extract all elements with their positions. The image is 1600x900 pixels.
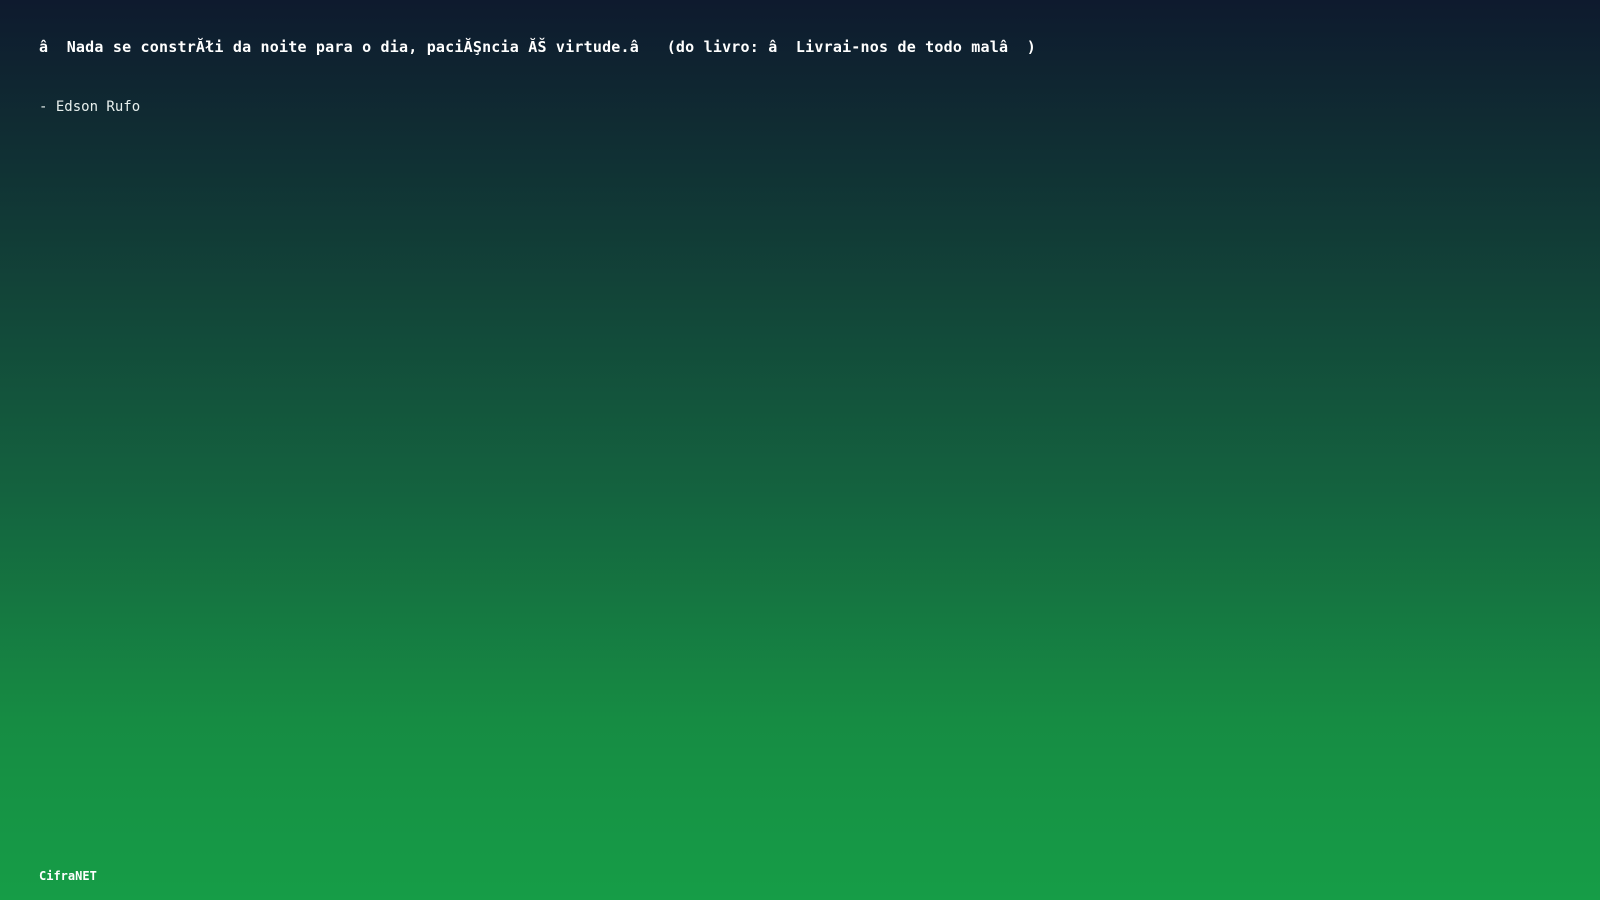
quote-author: - Edson Rufo bbox=[39, 99, 141, 115]
brand-label: CifraNET bbox=[39, 869, 97, 883]
quote-text: â Nada se constrĂłi da noite para o dia,… bbox=[39, 38, 1036, 56]
